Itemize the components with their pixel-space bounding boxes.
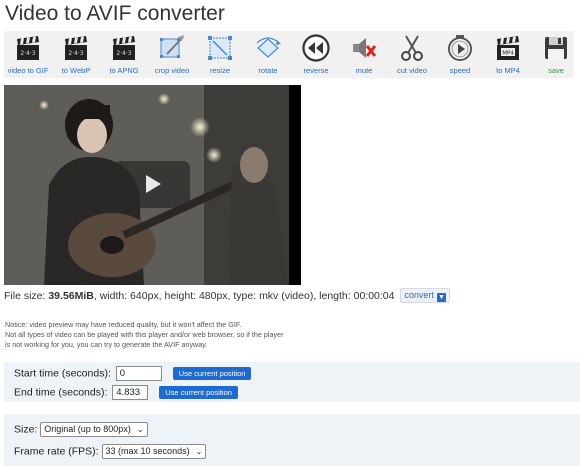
chevron-down-icon: ⌄ [136, 425, 144, 434]
clapperboard-mp4-icon: MP4 [497, 36, 519, 60]
convert-label: convert [404, 290, 434, 300]
clapperboard-gif-icon: 2·4·3 [17, 36, 39, 60]
options-panel: Size: Original (up to 800px) ⌄ Frame rate… [4, 414, 580, 466]
page-title: Video to AVIF converter [5, 2, 225, 25]
tool-to-webp[interactable]: 2·4·3 to WebP [52, 31, 100, 78]
size-select-value: Original (up to 800px) [44, 424, 131, 434]
svg-text:2·4·3: 2·4·3 [20, 50, 35, 57]
video-player[interactable] [4, 85, 301, 285]
play-button[interactable] [114, 161, 190, 208]
notice-line: Not all types of video can be played wit… [5, 330, 284, 339]
clapperboard-webp-icon: 2·4·3 [65, 36, 87, 60]
notice-line: Notice: video preview may have reduced q… [5, 320, 242, 329]
file-size-prefix: File size: [4, 290, 49, 302]
tool-cut-video[interactable]: cut video [388, 31, 436, 78]
fps-row: Frame rate (FPS): 33 (max 10 seconds) ⌄ [14, 444, 207, 459]
svg-text:2·4·3: 2·4·3 [68, 50, 83, 57]
fps-label: Frame rate (FPS): [14, 445, 99, 458]
file-info: File size: 39.56MiB, width: 640px, heigh… [4, 288, 450, 303]
tool-resize[interactable]: resize [196, 31, 244, 78]
tool-to-mp4[interactable]: MP4 to MP4 [484, 31, 532, 78]
file-size-value: 39.56MiB [48, 290, 94, 302]
tool-label: save [548, 66, 564, 75]
end-time-row: End time (seconds): 4.833 Use current po… [14, 385, 238, 400]
fps-select-value: 33 (max 10 seconds) [105, 446, 190, 456]
size-select[interactable]: Original (up to 800px) ⌄ [40, 422, 148, 437]
file-details: , width: 640px, height: 480px, type: mkv… [93, 290, 395, 302]
end-time-input[interactable]: 4.833 [112, 385, 149, 400]
crop-icon [160, 35, 184, 58]
notice-line: is not working for you, you can try to g… [5, 340, 208, 349]
download-icon: ▼ [436, 293, 446, 302]
tool-reverse[interactable]: reverse [292, 31, 340, 78]
tool-rotate[interactable]: rotate [244, 31, 292, 78]
convert-button[interactable]: convert ▼ [400, 288, 450, 303]
end-use-position-button[interactable]: Use current position [159, 386, 238, 399]
tool-speed[interactable]: speed [436, 31, 484, 78]
svg-text:MP4: MP4 [502, 51, 514, 57]
clapperboard-apng-icon: 2·4·3 [113, 36, 135, 60]
save-icon [545, 37, 567, 59]
tool-crop-video[interactable]: crop video [148, 31, 196, 78]
size-label: Size: [14, 423, 38, 436]
start-use-position-button[interactable]: Use current position [172, 367, 252, 380]
resize-icon [208, 36, 232, 60]
mute-icon [353, 38, 377, 58]
scissors-icon [401, 35, 423, 61]
start-time-input[interactable]: 0 [115, 366, 162, 381]
tool-video-to-gif[interactable]: 2·4·3 video to GIF [4, 31, 52, 78]
tool-save[interactable]: save [532, 31, 580, 78]
end-time-label: End time (seconds): [14, 386, 108, 399]
tool-mute[interactable]: mute [340, 31, 388, 78]
chevron-down-icon: ⌄ [195, 447, 203, 456]
trim-panel: Start time (seconds): 0 Use current posi… [4, 362, 580, 402]
notice-text: Notice: video preview may have reduced q… [5, 320, 335, 350]
start-time-row: Start time (seconds): 0 Use current posi… [14, 366, 252, 381]
start-time-label: Start time (seconds): [14, 367, 111, 380]
rotate-icon [256, 37, 281, 58]
tool-to-apng[interactable]: 2·4·3 to APNG [100, 31, 148, 78]
size-row: Size: Original (up to 800px) ⌄ [14, 422, 148, 437]
reverse-icon [302, 34, 330, 62]
svg-text:2·4·3: 2·4·3 [116, 50, 131, 57]
tool-toolbar: 2·4·3 video to GIF 2·4·3 to WebP 2·4·3 t… [4, 31, 574, 78]
speed-icon [448, 35, 472, 61]
fps-select[interactable]: 33 (max 10 seconds) ⌄ [101, 444, 207, 459]
